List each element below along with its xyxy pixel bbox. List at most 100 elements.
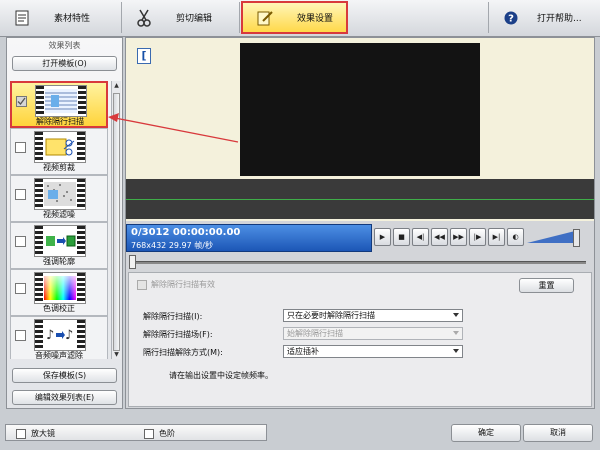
tab-clip-properties[interactable]: 素材特性 (0, 2, 122, 33)
tab-effect-settings[interactable]: 效果设置 (241, 1, 348, 34)
video-info: 768x432 29.97 帧/秒 (131, 241, 213, 250)
effect-label: 色调校正 (43, 304, 75, 313)
effect-label: 视频滤噪 (43, 210, 75, 219)
edit-effect-list-button[interactable]: 编辑效果列表(E) (12, 390, 117, 405)
tab-label: 剪切编辑 (176, 14, 213, 24)
magnifier-label: 放大镜 (31, 429, 55, 438)
scrollbar-thumb[interactable] (113, 93, 120, 351)
sharpen-film-icon (34, 225, 86, 257)
effect-checkbox[interactable] (15, 236, 26, 247)
scroll-down-arrow-icon[interactable]: ▼ (112, 350, 121, 359)
music-film-icon: ♪ ♪ (34, 319, 86, 351)
reset-button[interactable]: 重置 (519, 278, 574, 293)
transport-controls: ▶ ■ ◀| ◀◀ ▶▶ |▶ ▶| ◐ (374, 228, 594, 250)
stop-icon[interactable]: ■ (393, 228, 410, 246)
scroll-up-arrow-icon[interactable]: ▲ (112, 81, 121, 90)
effect-settings: 解除隔行扫描有效 重置 解除隔行扫描(I): 只在必要时解除隔行扫描 解除隔行扫… (128, 272, 592, 407)
effect-item-color-correct[interactable]: 色调校正 (10, 269, 108, 316)
main-panel: [ 0/3012 00:00:00.00 768x432 29.97 帧/秒 ▶… (125, 37, 595, 409)
tab-label: 打开帮助... (537, 14, 582, 24)
effect-checkbox[interactable] (15, 189, 26, 200)
checkbox[interactable] (144, 428, 154, 439)
select-value: 始解除隔行扫描 (287, 329, 343, 338)
bottom-bar: 放大镜 色阶 确定 取消 (0, 420, 600, 450)
timeline[interactable] (126, 179, 594, 219)
effect-checkbox[interactable] (16, 96, 27, 107)
scissors-icon (136, 9, 152, 27)
deinterlace-field-select: 始解除隔行扫描 (283, 327, 463, 340)
effect-checkbox[interactable] (15, 142, 26, 153)
end-icon[interactable]: ▶| (488, 228, 505, 246)
next-frame-icon[interactable]: |▶ (469, 228, 486, 246)
toolbar: 素材特性 剪切编辑 效果设置 ? 打开帮助... (0, 0, 600, 37)
rewind-icon[interactable]: ◀◀ (431, 228, 448, 246)
timecode: 0/3012 00:00:00.00 (131, 227, 241, 238)
video-preview (240, 43, 480, 176)
effect-item-sharpen[interactable]: 强调轮廓 (10, 222, 108, 269)
effect-item-deinterlace[interactable]: 解除隔行扫描 (10, 81, 108, 128)
timecode-display: 0/3012 00:00:00.00 768x432 29.97 帧/秒 (126, 224, 372, 252)
dropdown-arrow-icon (453, 313, 459, 317)
volume-slider[interactable] (527, 229, 580, 247)
seek-track (134, 261, 586, 264)
open-help-button[interactable]: ? 打开帮助... (489, 2, 600, 33)
view-options: 放大镜 色阶 (5, 424, 267, 441)
seek-knob[interactable] (129, 255, 136, 269)
color-film-icon (34, 272, 86, 304)
effect-checkbox[interactable] (15, 283, 26, 294)
effect-list: 解除隔行扫描 视频剪裁 视频滤噪 强调轮廓 色调校正 ♪ ♪ 音频噪声滤除 (10, 81, 110, 359)
deinterlace-field-label: 解除隔行扫描场(F): (143, 330, 213, 339)
frame-rate-note: 请在输出设置中设定帧频率。 (169, 371, 273, 380)
dropdown-arrow-icon (453, 349, 459, 353)
tab-label: 素材特性 (54, 14, 91, 24)
play-icon[interactable]: ▶ (374, 228, 391, 246)
deinterlace-method-select[interactable]: 适应插补 (283, 345, 463, 358)
ok-button[interactable]: 确定 (451, 424, 521, 442)
timeline-track (126, 199, 594, 200)
effect-item-denoise[interactable]: 视频滤噪 (10, 175, 108, 222)
checkbox[interactable] (137, 279, 147, 290)
effect-label: 视频剪裁 (43, 163, 75, 172)
panel-title: 效果列表 (48, 41, 81, 50)
enable-deinterlace-checkbox[interactable]: 解除隔行扫描有效 (137, 279, 215, 290)
prev-frame-icon[interactable]: ◀| (412, 228, 429, 246)
speaker-icon[interactable]: ◐ (507, 228, 524, 246)
deinterlace-method-label: 隔行扫描解除方式(M): (143, 348, 223, 357)
seek-bar[interactable] (126, 255, 594, 269)
levels-checkbox[interactable]: 色阶 (144, 428, 175, 439)
effect-label: 音频噪声滤除 (35, 351, 83, 359)
deinterlace-select[interactable]: 只在必要时解除隔行扫描 (283, 309, 463, 322)
magnifier-checkbox[interactable]: 放大镜 (16, 428, 55, 439)
effect-item-audio-denoise[interactable]: ♪ ♪ 音频噪声滤除 (10, 316, 108, 359)
select-value: 只在必要时解除隔行扫描 (287, 311, 375, 320)
effect-label: 解除隔行扫描 (36, 117, 84, 126)
bracket-icon[interactable]: [ (137, 48, 151, 64)
tab-trim-edit[interactable]: 剪切编辑 (122, 2, 240, 33)
effect-item-crop[interactable]: 视频剪裁 (10, 128, 108, 175)
save-template-button[interactable]: 保存模板(S) (12, 368, 117, 383)
checkbox[interactable] (16, 428, 26, 439)
open-template-button[interactable]: 打开模板(O) (12, 56, 117, 71)
levels-label: 色阶 (159, 429, 175, 438)
enable-label: 解除隔行扫描有效 (151, 280, 215, 289)
effect-checkbox[interactable] (15, 330, 26, 341)
volume-knob[interactable] (573, 229, 580, 247)
film-icon (35, 85, 87, 117)
noise-film-icon (34, 178, 86, 210)
deinterlace-label: 解除隔行扫描(I): (143, 312, 203, 321)
svg-text:?: ? (508, 13, 514, 24)
effect-label: 强调轮廓 (43, 257, 75, 266)
effect-list-scrollbar[interactable]: ▲ ▼ (111, 81, 121, 359)
help-icon: ? (503, 9, 519, 27)
dropdown-arrow-icon (453, 331, 459, 335)
preview-area: [ (126, 38, 594, 221)
cancel-button[interactable]: 取消 (523, 424, 593, 442)
crop-film-icon (34, 131, 86, 163)
svg-text:♪: ♪ (65, 328, 73, 343)
select-value: 适应插补 (287, 347, 319, 356)
svg-text:♪: ♪ (46, 328, 54, 343)
tab-label: 效果设置 (297, 14, 334, 24)
fast-forward-icon[interactable]: ▶▶ (450, 228, 467, 246)
edit-note-icon (257, 9, 273, 27)
effect-list-panel: 效果列表 打开模板(O) 解除隔行扫描 视频剪裁 视频滤噪 强调轮廓 色调校正 … (6, 37, 123, 409)
